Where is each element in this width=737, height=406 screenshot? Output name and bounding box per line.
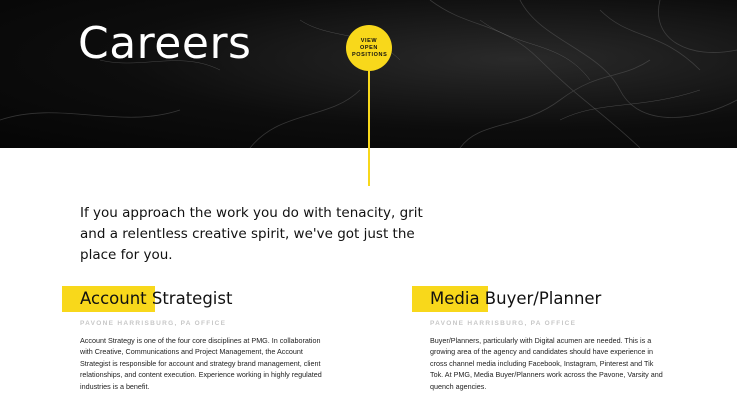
job-title-text: Account Strategist [80,289,233,308]
job-title-text: Media Buyer/Planner [430,289,602,308]
intro-text: If you approach the work you do with ten… [80,205,423,263]
job-title-link[interactable]: Account Strategist [62,286,324,312]
view-open-positions-label: VIEW OPEN POSITIONS [352,37,388,58]
job-office: PAVONE HARRISBURG, PA OFFICE [80,320,227,327]
job-office: PAVONE HARRISBURG, PA OFFICE [430,320,577,327]
job-description: Account Strategy is one of the four core… [80,336,322,391]
cta-connector-line [368,71,370,186]
job-card-account-strategist: Account Strategist PAVONE HARRISBURG, PA… [62,286,324,392]
page-title: Careers [78,18,252,69]
view-open-positions-button[interactable]: VIEW OPEN POSITIONS [346,25,392,71]
job-title-link[interactable]: Media Buyer/Planner [412,286,668,312]
job-description: Buyer/Planners, particularly with Digita… [430,336,663,391]
job-card-media-buyer-planner: Media Buyer/Planner PAVONE HARRISBURG, P… [412,286,668,392]
